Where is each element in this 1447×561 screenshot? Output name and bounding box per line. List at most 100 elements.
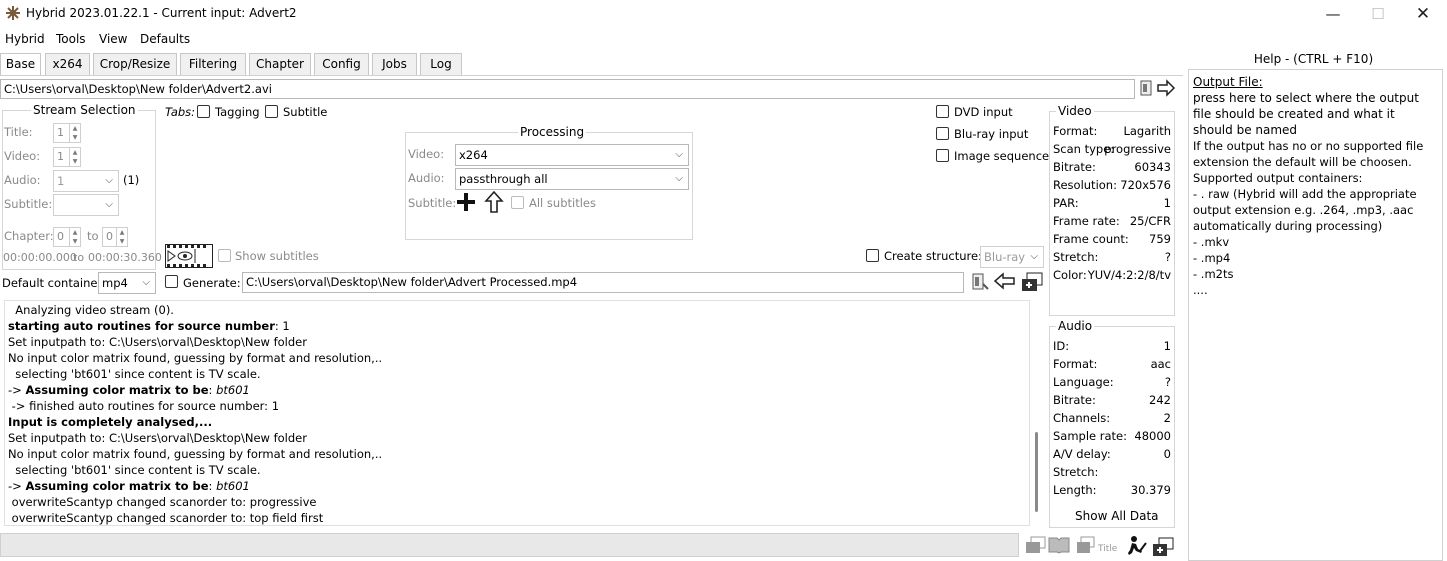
tab-jobs[interactable]: Jobs — [372, 53, 417, 75]
tagging-label: Tagging — [215, 105, 260, 119]
tab-log[interactable]: Log — [420, 53, 462, 75]
dvd-input-checkbox[interactable] — [936, 105, 949, 118]
tab-base[interactable]: Base — [0, 53, 41, 76]
title-spinner[interactable]: 1 ▲ ▼ — [53, 123, 81, 143]
proc-audio-label: Audio: — [408, 171, 445, 185]
proc-subtitle-label: Subtitle: — [408, 196, 457, 210]
menu-tools[interactable]: Tools — [56, 32, 86, 46]
arrow-right-icon[interactable] — [1156, 78, 1176, 100]
help-line: If the output has no or no supported fil… — [1193, 139, 1424, 169]
open-input-icon[interactable] — [1139, 79, 1155, 99]
tab-x264[interactable]: x264 — [45, 53, 90, 75]
minimize-button[interactable]: — — [1310, 0, 1356, 28]
show-subtitles-checkbox[interactable] — [218, 249, 231, 262]
show-all-data-button[interactable]: Show All Data — [1075, 509, 1159, 523]
bluray-input-checkbox[interactable] — [936, 127, 949, 140]
log-line: -> Assuming color matrix to be: bt601 — [8, 479, 250, 493]
video-stretch-key: Stretch: — [1053, 250, 1099, 264]
tab-filtering[interactable]: Filtering — [180, 53, 246, 75]
audio-count: (1) — [123, 173, 140, 187]
log-line: Set inputpath to: C:\Users\orval\Desktop… — [8, 335, 307, 349]
video-resolution-key: Resolution: — [1053, 178, 1117, 192]
video-encoder-select[interactable]: x264 ⌵ — [455, 144, 689, 166]
video-value: 1 — [57, 150, 64, 163]
structure-type-select[interactable]: Blu-ray ⌵ — [980, 246, 1044, 268]
maximize-button[interactable]: ☐ — [1355, 0, 1401, 28]
add-to-queue-icon[interactable] — [1020, 271, 1044, 293]
chapter-label: Chapter: — [4, 229, 54, 243]
video-stretch-value: ? — [1164, 250, 1171, 264]
bluray-input-label: Blu-ray input — [954, 127, 1029, 141]
book-icon[interactable] — [1047, 536, 1071, 556]
create-structure-checkbox[interactable] — [866, 249, 879, 262]
add-queue-icon[interactable] — [1152, 537, 1174, 557]
log-line: selecting 'bt601' since content is TV sc… — [8, 367, 261, 381]
video-color-value: YUV/4:2:2/8/tv — [1087, 268, 1171, 282]
chapter-to-label: to — [87, 229, 99, 243]
arrow-up-icon[interactable] — [483, 190, 505, 215]
processing-title: Processing — [518, 125, 587, 139]
log-scrollbar[interactable] — [1032, 300, 1042, 526]
tab-chapter[interactable]: Chapter — [249, 53, 311, 75]
chevron-down-icon: ⌵ — [1030, 251, 1038, 262]
help-line: Supported output containers: — [1193, 171, 1363, 185]
audio-language-key: Language: — [1053, 375, 1114, 389]
generate-checkbox[interactable] — [165, 275, 178, 288]
worker-icon[interactable] — [1126, 535, 1148, 557]
audio-stream-value: 1 — [57, 174, 65, 188]
image-sequence-checkbox[interactable] — [936, 149, 949, 162]
title-bar: Hybrid 2023.01.22.1 - Current input: Adv… — [0, 0, 1447, 28]
subtitle-label: Subtitle: — [4, 197, 53, 211]
audio-channels-value: 2 — [1163, 411, 1171, 425]
video-spinner[interactable]: 1 ▲ ▼ — [53, 147, 81, 167]
tab-crop-resize[interactable]: Crop/Resize — [93, 53, 177, 75]
tab-config[interactable]: Config — [314, 53, 369, 75]
default-container-label: Default container: — [2, 276, 106, 290]
chapter-to-spinner[interactable]: 0 ▲ ▼ — [102, 227, 128, 247]
audio-stream-select[interactable]: 1 ⌵ — [53, 170, 119, 192]
video-color-key: Color: — [1053, 268, 1087, 282]
menu-view[interactable]: View — [99, 32, 127, 46]
menu-bar: Hybrid Tools View Defaults — [0, 29, 1447, 51]
subtitle-tab-checkbox[interactable] — [265, 105, 278, 118]
log-line: starting auto routines for source number… — [8, 319, 290, 333]
chapter-from-spinner[interactable]: 0 ▲ ▼ — [53, 227, 81, 247]
audio-format-key: Format: — [1053, 357, 1098, 371]
image-sequence-label: Image sequence — [954, 149, 1050, 163]
audio-bitrate-key: Bitrate: — [1053, 393, 1096, 407]
progress-bar — [0, 533, 1019, 557]
log-line: Analyzing video stream (0). — [8, 303, 174, 317]
video-framecount-value: 759 — [1149, 232, 1171, 246]
input-path-field[interactable]: C:\Users\orval\Desktop\New folder\Advert… — [0, 79, 1135, 99]
chevron-down-icon: ⌵ — [675, 149, 683, 160]
audio-language-value: ? — [1164, 375, 1171, 389]
queue-title-icon[interactable] — [1076, 536, 1096, 556]
queue-icon[interactable] — [1025, 536, 1047, 556]
arrow-left-icon[interactable] — [992, 271, 1016, 293]
chapter-from-value: 0 — [57, 230, 64, 243]
save-output-icon[interactable] — [970, 272, 990, 294]
tagging-checkbox[interactable] — [197, 105, 210, 118]
video-format-value: Lagarith — [1123, 124, 1171, 138]
log-scrollbar-thumb[interactable] — [1035, 432, 1038, 512]
add-subtitle-icon[interactable] — [455, 192, 477, 214]
menu-hybrid[interactable]: Hybrid — [5, 32, 45, 46]
log-line: Input is completely analysed,... — [8, 415, 213, 429]
proc-video-label: Video: — [408, 147, 445, 161]
stream-selection-title: Stream Selection — [31, 103, 138, 117]
video-label: Video: — [4, 149, 41, 163]
close-button[interactable]: ✕ — [1400, 0, 1446, 28]
audio-processing-select[interactable]: passthrough all ⌵ — [455, 168, 689, 190]
output-path-field[interactable]: C:\Users\orval\Desktop\New folder\Advert… — [242, 272, 964, 293]
audio-bitrate-value: 242 — [1149, 393, 1171, 407]
film-preview-icon[interactable] — [165, 244, 213, 268]
log-line: -> finished auto routines for source num… — [8, 399, 280, 413]
log-output[interactable]: Analyzing video stream (0). starting auto… — [4, 300, 1030, 526]
all-subtitles-checkbox[interactable] — [511, 196, 524, 209]
subtitle-stream-select[interactable]: ⌵ — [53, 194, 119, 216]
default-container-select[interactable]: mp4 ⌵ — [98, 272, 156, 294]
app-icon — [6, 6, 20, 20]
video-info-title: Video — [1056, 104, 1094, 118]
audio-id-value: 1 — [1163, 339, 1171, 353]
menu-defaults[interactable]: Defaults — [140, 32, 190, 46]
